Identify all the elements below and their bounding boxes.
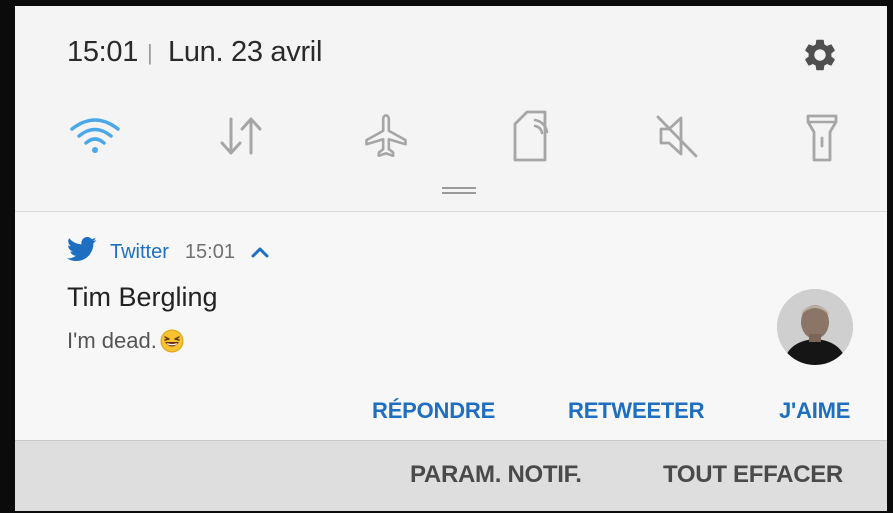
mobile-data-icon[interactable] bbox=[211, 106, 271, 166]
reply-button[interactable]: RÉPONDRE bbox=[372, 398, 495, 424]
flashlight-icon[interactable] bbox=[792, 106, 852, 166]
notification-body-text: I'm dead. bbox=[67, 328, 157, 353]
notification-footer: PARAM. NOTIF. TOUT EFFACER bbox=[15, 441, 887, 511]
twitter-notification[interactable]: Twitter 15:01 Tim Bergling I'm dead. RÉP… bbox=[15, 212, 887, 440]
clear-all-button[interactable]: TOUT EFFACER bbox=[663, 461, 843, 489]
notification-actions: RÉPONDRE RETWEETER J'AIME bbox=[15, 390, 887, 430]
notification-app-name: Twitter bbox=[110, 240, 169, 263]
expand-handle[interactable] bbox=[442, 187, 476, 195]
wifi-icon[interactable] bbox=[65, 106, 125, 166]
chevron-up-icon[interactable] bbox=[249, 244, 271, 260]
date-label: Lun. 23 avril bbox=[168, 36, 323, 68]
header-separator: | bbox=[147, 40, 153, 65]
status-header: 15:01 | Lun. 23 avril bbox=[15, 6, 887, 86]
notification-title: Tim Bergling bbox=[67, 282, 218, 312]
retweet-button[interactable]: RETWEETER bbox=[568, 398, 705, 424]
quick-settings-row bbox=[15, 106, 887, 176]
notification-time: 15:01 bbox=[184, 240, 235, 263]
notification-settings-button[interactable]: PARAM. NOTIF. bbox=[410, 461, 582, 489]
laughing-emoji-icon bbox=[160, 329, 184, 353]
mute-icon[interactable] bbox=[648, 106, 708, 166]
clock-time: 15:01 bbox=[67, 36, 139, 68]
notification-app-row: Twitter 15:01 bbox=[66, 234, 271, 270]
like-button[interactable]: J'AIME bbox=[779, 398, 850, 424]
notification-panel: 15:01 | Lun. 23 avril Twitter 15:01 Tim … bbox=[15, 6, 887, 511]
gear-icon[interactable] bbox=[801, 36, 839, 74]
screen-rotation-icon[interactable] bbox=[501, 106, 561, 166]
avatar bbox=[777, 289, 853, 365]
airplane-mode-icon[interactable] bbox=[356, 106, 416, 166]
notification-body: I'm dead. bbox=[67, 328, 184, 354]
twitter-bird-icon bbox=[66, 237, 97, 267]
